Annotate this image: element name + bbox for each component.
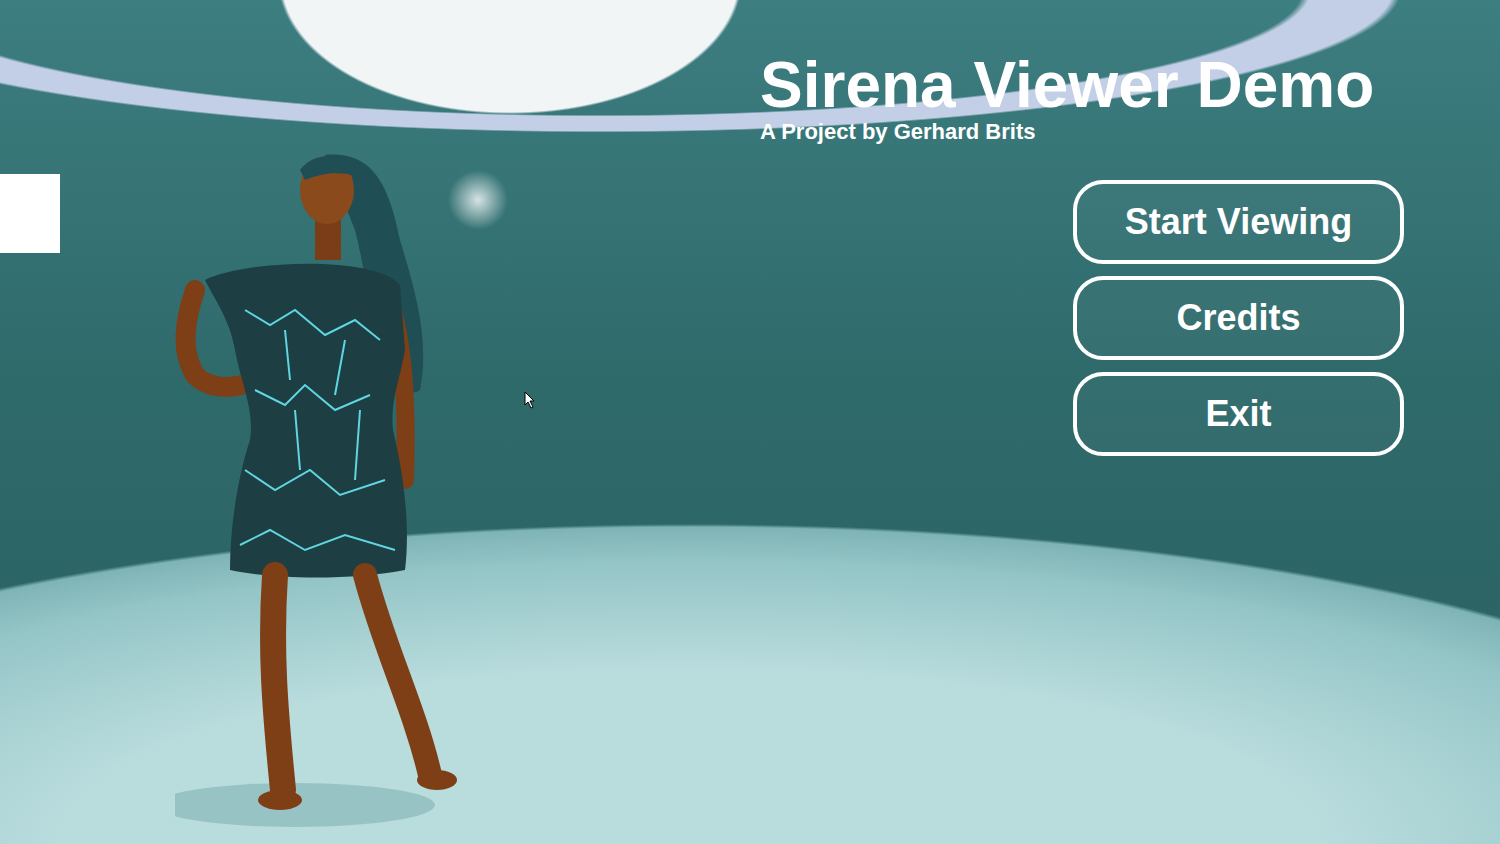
main-menu: Start Viewing Credits Exit bbox=[1073, 180, 1404, 456]
menu-button[interactable]: Start Viewing bbox=[1073, 180, 1404, 264]
showcase-area bbox=[0, 0, 760, 844]
main-menu-screen: Sirena Viewer DemoA Project by Gerhard B… bbox=[0, 0, 1500, 844]
title-block: Sirena Viewer DemoA Project by Gerhard B… bbox=[760, 52, 1420, 146]
cursor-icon bbox=[524, 391, 536, 409]
model-figure-icon bbox=[175, 150, 465, 830]
blank-panel bbox=[0, 174, 60, 253]
menu-button[interactable]: Exit bbox=[1073, 372, 1404, 456]
menu-column: Sirena Viewer DemoA Project by Gerhard B… bbox=[760, 0, 1500, 844]
author-credit: A Project by Gerhard Brits bbox=[760, 119, 1420, 145]
game-title: Sirena Viewer Demo bbox=[760, 52, 1420, 119]
menu-button[interactable]: Credits bbox=[1073, 276, 1404, 360]
